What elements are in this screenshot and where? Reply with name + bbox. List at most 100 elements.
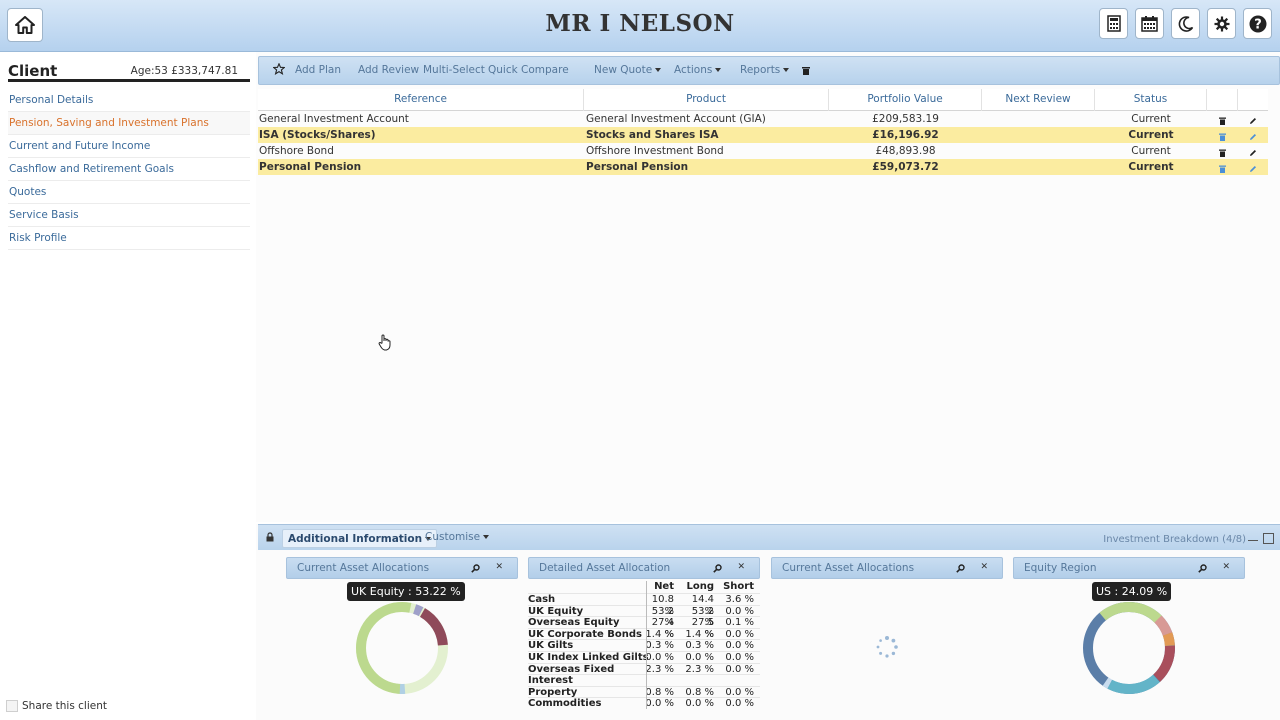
- table-row[interactable]: General Investment Account General Inves…: [258, 111, 1268, 127]
- plans-table-header: Reference Product Portfolio Value Next R…: [258, 89, 1268, 111]
- help-icon: ?: [1249, 15, 1266, 32]
- search-icon: [1198, 564, 1207, 573]
- star-icon: [272, 62, 286, 75]
- cell-status: Current: [1131, 145, 1171, 157]
- trash-icon: [1219, 165, 1226, 173]
- new-quote-menu[interactable]: New Quote: [594, 64, 662, 76]
- cell-value: £48,893.98: [875, 145, 936, 157]
- cell-status: Current: [1131, 113, 1171, 125]
- help-button[interactable]: ?: [1243, 8, 1272, 39]
- minimize-button[interactable]: [1248, 531, 1258, 541]
- cell-product: Stocks and Shares ISA: [586, 129, 719, 141]
- allocation-row: UK Gilts 0.3 % 0.3 % 0.0 %: [528, 639, 760, 651]
- sidebar-item-quotes[interactable]: Quotes: [8, 181, 250, 204]
- table-row[interactable]: ISA (Stocks/Shares) Stocks and Shares IS…: [258, 127, 1268, 143]
- additional-information-label: Additional Information: [288, 533, 423, 545]
- sidebar-item-risk-profile[interactable]: Risk Profile: [8, 227, 250, 250]
- sidebar-item-service-basis[interactable]: Service Basis: [8, 204, 250, 227]
- col-next-review[interactable]: Next Review: [982, 89, 1095, 111]
- cell-value: £209,583.19: [872, 113, 939, 125]
- widget-title: Equity Region: [1024, 562, 1097, 574]
- actions-menu[interactable]: Actions: [674, 64, 722, 76]
- customise-dropdown[interactable]: Customise: [425, 531, 490, 543]
- home-icon: [15, 16, 35, 34]
- cell-reference: Personal Pension: [259, 161, 362, 173]
- investment-breakdown-label: Investment Breakdown (4/8): [1103, 534, 1246, 545]
- calendar-button[interactable]: [1135, 8, 1164, 39]
- table-row[interactable]: Personal Pension Personal Pension £59,07…: [258, 159, 1268, 175]
- asset-allocation-donut[interactable]: [354, 600, 450, 696]
- col-delete: [1207, 89, 1238, 111]
- zoom-button[interactable]: [471, 563, 480, 576]
- share-client[interactable]: Share this client: [6, 700, 107, 712]
- close-button[interactable]: ✕: [495, 562, 503, 572]
- calculator-icon: [1106, 15, 1121, 32]
- home-button[interactable]: [7, 8, 43, 42]
- trash-icon: [802, 67, 810, 75]
- col-product[interactable]: Product: [584, 89, 829, 111]
- allocation-row: Interest: [528, 674, 760, 686]
- sidebar: Client Age:53 £333,747.81 Personal Detai…: [0, 52, 256, 720]
- col-reference[interactable]: Reference: [258, 89, 584, 111]
- row-edit-button[interactable]: [1249, 162, 1257, 178]
- zoom-button[interactable]: [1198, 563, 1207, 576]
- page-title: MR I NELSON: [545, 10, 735, 37]
- share-checkbox[interactable]: [6, 700, 18, 712]
- share-label: Share this client: [22, 700, 107, 712]
- delete-button[interactable]: [802, 65, 810, 78]
- sidebar-item-plans[interactable]: Pension, Saving and Investment Plans: [8, 112, 250, 135]
- additional-info-toolbar: Additional Information Customise Investm…: [258, 524, 1280, 550]
- new-quote-label: New Quote: [594, 64, 653, 76]
- calculator-button[interactable]: [1099, 8, 1128, 39]
- zoom-button[interactable]: [956, 563, 965, 576]
- add-plan-button[interactable]: Add Plan: [295, 64, 341, 76]
- sidebar-item-income[interactable]: Current and Future Income: [8, 135, 250, 158]
- caret-down-icon: [783, 68, 790, 72]
- quick-compare-button[interactable]: Quick Compare: [488, 64, 569, 76]
- loading-spinner-icon: [876, 636, 898, 658]
- allocation-row: Overseas Equity 27.4 % 27.5 % 0.1 %: [528, 616, 760, 640]
- allocation-label: Commodities: [528, 698, 602, 710]
- table-row[interactable]: Offshore Bond Offshore Investment Bond £…: [258, 143, 1268, 159]
- caret-down-icon: [483, 535, 490, 539]
- chart-tooltip: UK Equity : 53.22 %: [347, 582, 465, 601]
- allocation-row: Overseas Fixed 2.3 % 2.3 % 0.0 %: [528, 662, 760, 675]
- pencil-icon: [1250, 150, 1256, 156]
- col-portfolio-value[interactable]: Portfolio Value: [829, 89, 982, 111]
- settings-button[interactable]: [1207, 8, 1236, 39]
- close-icon: ✕: [495, 562, 503, 572]
- reports-menu[interactable]: Reports: [740, 64, 790, 76]
- close-button[interactable]: ✕: [1222, 562, 1230, 572]
- cell-reference: ISA (Stocks/Shares): [259, 129, 376, 141]
- close-button[interactable]: ✕: [980, 562, 988, 572]
- zoom-button[interactable]: [713, 563, 722, 576]
- close-button[interactable]: ✕: [737, 562, 745, 572]
- favourite-button[interactable]: [272, 62, 286, 78]
- lock-button[interactable]: [266, 532, 274, 545]
- widget-current-asset-allocations-2: Current Asset Allocations ✕: [771, 557, 1003, 579]
- allocation-row: Cash 10.8 % 14.4 % 3.6 %: [528, 593, 760, 617]
- cell-reference: General Investment Account: [259, 113, 409, 125]
- maximize-button[interactable]: [1263, 533, 1274, 544]
- search-icon: [956, 564, 965, 573]
- client-summary: Age:53 £333,747.81: [130, 65, 238, 77]
- col-status[interactable]: Status: [1095, 89, 1207, 111]
- widget-title: Current Asset Allocations: [297, 562, 430, 574]
- widget-equity-region: Equity Region ✕: [1013, 557, 1245, 579]
- sidebar-item-personal-details[interactable]: Personal Details: [8, 89, 250, 112]
- row-delete-button[interactable]: [1219, 162, 1226, 178]
- equity-region-donut[interactable]: [1081, 600, 1177, 696]
- add-review-button[interactable]: Add Review: [358, 64, 419, 76]
- dark-mode-button[interactable]: [1171, 8, 1200, 39]
- calendar-icon: [1141, 16, 1158, 32]
- client-title: Client: [8, 62, 58, 80]
- caret-down-icon: [655, 68, 662, 72]
- search-icon: [713, 564, 722, 573]
- additional-information-dropdown[interactable]: Additional Information: [282, 529, 438, 548]
- plans-toolbar: Add Plan Add Review Multi-Select Quick C…: [258, 56, 1280, 85]
- widget-title: Detailed Asset Allocation: [539, 562, 671, 574]
- column-divider: [646, 581, 647, 709]
- multi-select-button[interactable]: Multi-Select: [423, 64, 485, 76]
- gear-icon: [1214, 16, 1229, 31]
- sidebar-item-cashflow[interactable]: Cashflow and Retirement Goals: [8, 158, 250, 181]
